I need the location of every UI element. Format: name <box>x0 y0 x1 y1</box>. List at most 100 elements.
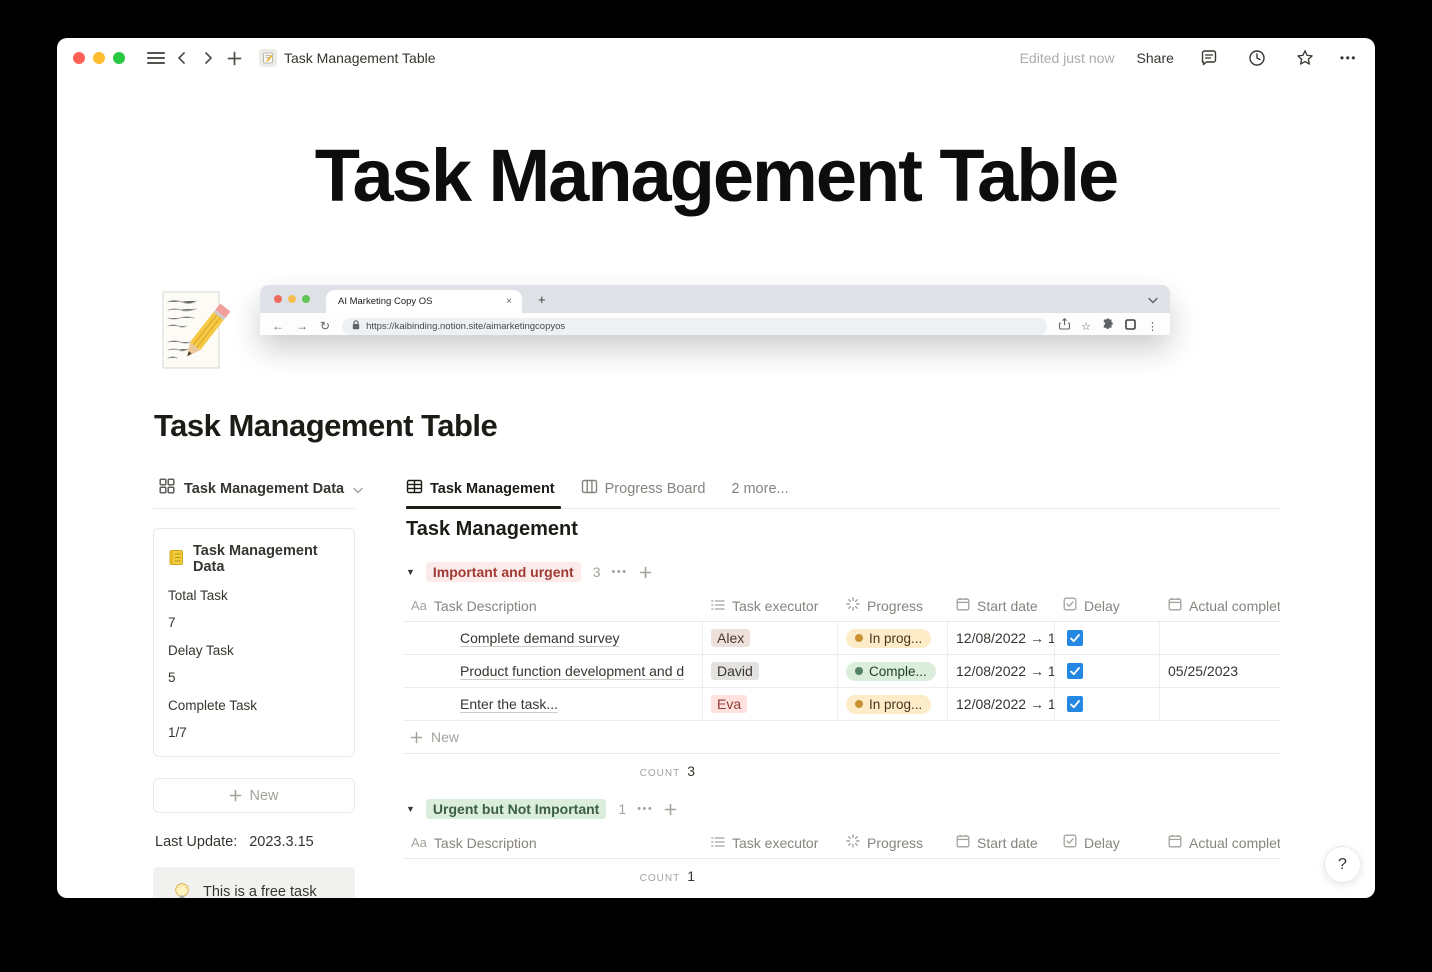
share-button[interactable]: Share <box>1137 50 1174 66</box>
forward-icon[interactable] <box>195 45 221 71</box>
start-date-cell[interactable]: 12/08/2022 → 12 <box>948 655 1055 687</box>
actual-complete-cell[interactable] <box>1160 622 1280 654</box>
comments-icon[interactable] <box>1196 45 1222 71</box>
help-button[interactable]: ? <box>1324 846 1361 883</box>
task-executor-cell[interactable]: David <box>703 655 838 687</box>
sidebar-new-button[interactable]: New <box>153 778 355 813</box>
count-aggregate[interactable]: COUNT 3 <box>403 754 695 784</box>
count-label: COUNT <box>639 873 681 884</box>
browser-toolbar-icons: ☆ ⋮ <box>1059 317 1158 335</box>
close-window-button[interactable] <box>73 52 85 64</box>
group-more-icon[interactable]: ••• <box>612 566 628 578</box>
new-row-button[interactable]: New <box>403 721 1280 754</box>
new-row-label: New <box>431 729 460 745</box>
tab-close-icon: × <box>506 296 512 307</box>
group-more-icon[interactable]: ••• <box>637 803 653 815</box>
tab-progress-board[interactable]: Progress Board <box>581 478 705 499</box>
zoom-window-button[interactable] <box>113 52 125 64</box>
plus-icon <box>230 789 242 802</box>
checkbox-type-icon <box>1063 834 1077 851</box>
breadcrumb-title: Task Management Table <box>284 50 436 66</box>
chevron-down-icon <box>1148 291 1158 309</box>
group-count: 3 <box>592 564 601 580</box>
task-description-cell[interactable]: Product function development and d <box>403 655 703 687</box>
column-header-progress[interactable]: Progress <box>838 590 948 621</box>
task-executor-cell[interactable]: Eva <box>703 688 838 720</box>
last-update-label: Last Update: <box>155 834 238 850</box>
executor-tag: Alex <box>711 629 751 647</box>
data-card[interactable]: Task Management Data Total Task 7 Delay … <box>153 528 355 757</box>
tabs-more-button[interactable]: 2 more... <box>731 481 788 497</box>
column-header-delay[interactable]: Delay <box>1055 827 1160 858</box>
favorite-star-icon[interactable] <box>1292 45 1318 71</box>
column-header-task-description[interactable]: Aa Task Description <box>403 827 703 858</box>
column-header-progress[interactable]: Progress <box>838 827 948 858</box>
delay-checkbox-checked[interactable] <box>1067 696 1083 712</box>
column-label: Task Description <box>433 834 537 851</box>
start-date-cell[interactable]: 12/08/2022 → 12 <box>948 688 1055 720</box>
actual-complete-cell[interactable] <box>1160 688 1280 720</box>
browser-forward-icon: → <box>296 319 308 333</box>
edited-status: Edited just now <box>1019 50 1115 66</box>
more-options-icon[interactable]: ••• <box>1340 51 1357 65</box>
column-header-start-date[interactable]: Start date <box>948 590 1055 621</box>
breadcrumb[interactable]: Task Management Table <box>259 49 436 67</box>
history-clock-icon[interactable] <box>1244 45 1270 71</box>
browser-reload-icon: ↻ <box>320 319 331 333</box>
tab-label: Task Management <box>430 480 555 497</box>
table-header-row: Aa Task Description Task executor Progre… <box>403 827 1280 859</box>
task-description-cell[interactable]: Complete demand survey <box>403 622 703 654</box>
column-header-delay[interactable]: Delay <box>1055 590 1160 621</box>
lightbulb-icon <box>173 882 191 898</box>
bookmark-star-icon: ☆ <box>1081 320 1091 333</box>
delay-checkbox-checked[interactable] <box>1067 663 1083 679</box>
app-window: Task Management Table Edited just now Sh… <box>57 38 1375 898</box>
progress-cell[interactable]: Comple... <box>838 655 948 687</box>
sidebar-menu-icon[interactable] <box>143 45 169 71</box>
column-header-start-date[interactable]: Start date <box>948 827 1055 858</box>
task-description-cell[interactable]: Enter the task... <box>403 688 703 720</box>
progress-cell[interactable]: In prog... <box>838 622 948 654</box>
collapse-triangle-icon[interactable]: ▼ <box>406 567 415 577</box>
gallery-grid-icon <box>159 478 175 499</box>
minimize-window-button[interactable] <box>93 52 105 64</box>
column-header-actual-complete[interactable]: Actual complete <box>1160 827 1280 858</box>
page-icon-memo <box>160 290 231 372</box>
count-aggregate[interactable]: COUNT 1 <box>403 859 695 889</box>
column-header-task-description[interactable]: Aa Task Description <box>403 590 703 621</box>
column-header-task-executor[interactable]: Task executor <box>703 827 838 858</box>
delay-checkbox-checked[interactable] <box>1067 630 1083 646</box>
calendar-icon <box>1168 834 1182 851</box>
column-label: Task executor <box>732 834 819 851</box>
delay-cell <box>1055 655 1160 687</box>
collapse-triangle-icon[interactable]: ▼ <box>406 804 415 814</box>
text-type-icon: Aa <box>411 835 427 850</box>
group-badge[interactable]: Important and urgent <box>425 562 581 582</box>
column-label: Task Description <box>433 597 537 614</box>
progress-cell[interactable]: In prog... <box>838 688 948 720</box>
group-add-icon[interactable] <box>639 566 652 579</box>
status-dot <box>855 634 863 642</box>
start-date-cell[interactable]: 12/08/2022 → 12 <box>948 622 1055 654</box>
date-range: 12/08/2022 → 12 <box>956 663 1055 679</box>
traffic-lights <box>73 52 125 64</box>
database-main: Task Management ▼ Important and urgent 3… <box>403 514 1280 898</box>
group-add-icon[interactable] <box>664 803 677 816</box>
column-header-task-executor[interactable]: Task executor <box>703 590 838 621</box>
new-page-icon[interactable] <box>221 45 247 71</box>
data-card-title: Task Management Data <box>193 543 318 575</box>
tab-task-management[interactable]: Task Management <box>406 478 555 499</box>
stat-value: 7 <box>168 615 176 630</box>
executor-tag: David <box>711 662 759 680</box>
task-executor-cell[interactable]: Alex <box>703 622 838 654</box>
task-title: Product function development and d <box>460 663 685 679</box>
actual-complete-cell[interactable]: 05/25/2023 <box>1160 655 1280 687</box>
stat-label: Total Task <box>168 587 228 603</box>
group-badge[interactable]: Urgent but Not Important <box>425 799 607 819</box>
calendar-icon <box>956 597 970 614</box>
status-label: Comple... <box>869 663 927 679</box>
back-icon[interactable] <box>169 45 195 71</box>
data-source-select[interactable]: Task Management Data <box>159 478 363 499</box>
stat-label: Complete Task <box>168 697 258 713</box>
column-header-actual-complete[interactable]: Actual complete <box>1160 590 1280 621</box>
